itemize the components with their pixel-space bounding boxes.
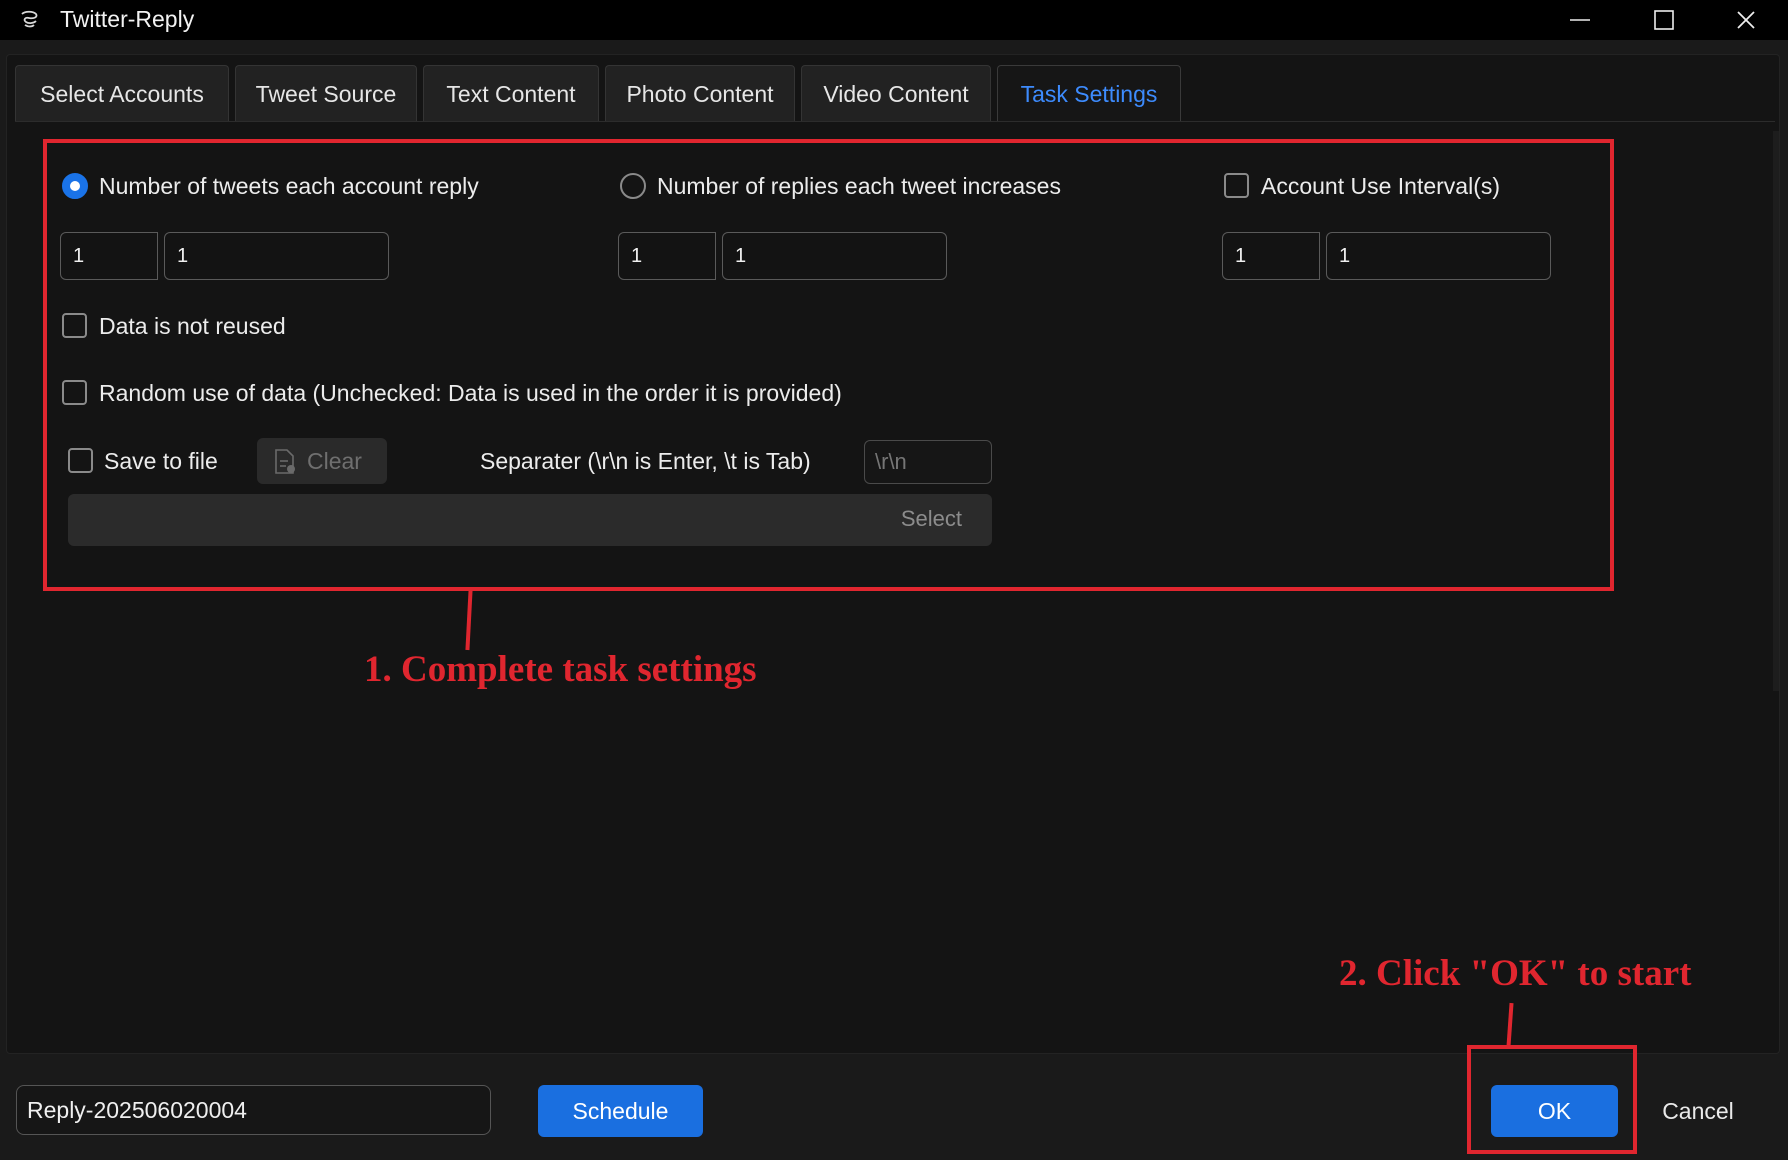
close-button[interactable] [1704, 0, 1788, 40]
schedule-button[interactable]: Schedule [538, 1085, 703, 1137]
annotation-step2: 2. Click "OK" to start [1339, 953, 1692, 994]
tab-divider [15, 121, 1775, 122]
tab-text-content[interactable]: Text Content [423, 65, 599, 121]
minimize-icon [1570, 19, 1590, 21]
cancel-button[interactable]: Cancel [1628, 1085, 1768, 1137]
tab-task-settings[interactable]: Task Settings [997, 65, 1181, 121]
tab-select-accounts[interactable]: Select Accounts [15, 65, 229, 121]
tab-video-content[interactable]: Video Content [801, 65, 991, 121]
maximize-button[interactable] [1622, 0, 1706, 40]
scrollbar[interactable] [1773, 131, 1779, 691]
maximize-icon [1654, 10, 1674, 30]
minimize-button[interactable] [1538, 0, 1622, 40]
task-name-input[interactable] [16, 1085, 491, 1135]
app-logo-icon [18, 8, 40, 30]
close-icon [1737, 11, 1755, 29]
annotation-step1: 1. Complete task settings [364, 649, 757, 690]
title-bar: Twitter-Reply [0, 0, 1788, 40]
annotation-box-settings [43, 139, 1614, 591]
window-title: Twitter-Reply [60, 6, 195, 32]
tab-tweet-source[interactable]: Tweet Source [235, 65, 417, 121]
ok-button[interactable]: OK [1491, 1085, 1618, 1137]
tab-photo-content[interactable]: Photo Content [605, 65, 795, 121]
